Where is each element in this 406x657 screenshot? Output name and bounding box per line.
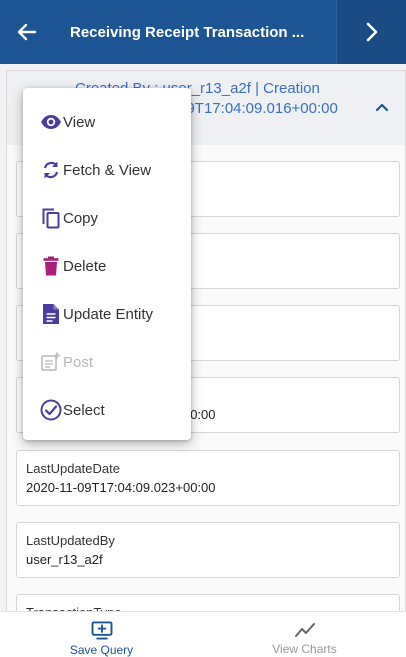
menu-item-label: Post [63, 353, 94, 371]
next-button[interactable] [336, 0, 406, 64]
view-charts-button[interactable]: View Charts [203, 612, 406, 657]
arrow-left-icon [17, 23, 37, 41]
chevron-up-icon [375, 103, 389, 112]
save-query-button[interactable]: Save Query [0, 612, 203, 657]
field-label: LastUpdateDate [26, 461, 120, 476]
context-menu: View Fetch & View Copy Delete Update Ent… [23, 88, 191, 440]
menu-item-view[interactable]: View [23, 98, 191, 146]
menu-item-fetch-view[interactable]: Fetch & View [23, 146, 191, 194]
app-header: Receiving Receipt Transaction ... [0, 0, 406, 64]
monitor-plus-icon [91, 621, 112, 640]
document-icon [40, 303, 62, 325]
menu-item-post[interactable]: Post [23, 338, 191, 386]
menu-item-copy[interactable]: Copy [23, 194, 191, 242]
chevron-right-icon [366, 22, 377, 42]
menu-item-select[interactable]: Select [23, 386, 191, 434]
save-query-label: Save Query [69, 643, 134, 657]
menu-item-label: Copy [63, 209, 99, 227]
menu-item-delete[interactable]: Delete [23, 242, 191, 290]
page-title: Receiving Receipt Transaction ... [70, 23, 305, 41]
line-chart-icon [294, 623, 315, 637]
collapse-button[interactable] [375, 99, 389, 117]
eye-icon [40, 111, 62, 133]
menu-item-label: Fetch & View [63, 161, 152, 179]
trash-icon [40, 255, 62, 277]
menu-item-label: View [63, 113, 96, 131]
refresh-icon [40, 159, 62, 181]
menu-item-label: Update Entity [63, 305, 154, 323]
check-circle-icon [40, 399, 62, 421]
post-icon [40, 351, 62, 373]
back-button[interactable] [0, 0, 54, 64]
bottom-tab-bar: Save Query View Charts [0, 611, 406, 657]
menu-item-update-entity[interactable]: Update Entity [23, 290, 191, 338]
field-row-last-update-date: LastUpdateDate 2020-11-09T17:04:09.023+0… [16, 450, 400, 506]
menu-item-label: Select [63, 401, 105, 419]
copy-icon [40, 207, 62, 229]
field-value: 2020-11-09T17:04:09.023+00:00 [26, 480, 216, 495]
view-charts-label: View Charts [272, 642, 337, 656]
field-value: user_r13_a2f [26, 552, 103, 567]
menu-item-label: Delete [63, 257, 107, 275]
field-row-last-updated-by: LastUpdatedBy user_r13_a2f [16, 522, 400, 578]
field-label: LastUpdatedBy [26, 533, 115, 548]
